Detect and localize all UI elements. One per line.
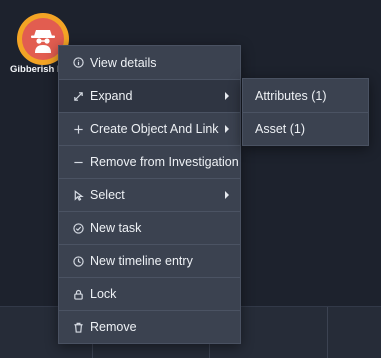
node-label: Gibberish P: [10, 64, 64, 75]
submenu-item-asset[interactable]: Asset (1): [243, 112, 368, 145]
menu-item-new-timeline-entry[interactable]: New timeline entry: [59, 244, 240, 277]
menu-item-remove-from-investigation[interactable]: Remove from Investigation: [59, 145, 240, 178]
menu-item-label: Select: [90, 188, 125, 202]
menu-item-label: Create Object And Link: [90, 122, 219, 136]
menu-item-view-details[interactable]: View details: [59, 46, 240, 79]
expand-arrows-icon: [72, 90, 84, 102]
menu-item-label: Remove from Investigation: [90, 155, 239, 169]
submenu-item-attributes[interactable]: Attributes (1): [243, 79, 368, 112]
menu-item-label: Remove: [90, 320, 137, 334]
menu-item-expand[interactable]: Expand: [59, 79, 240, 112]
menu-item-remove[interactable]: Remove: [59, 310, 240, 343]
menu-item-label: Lock: [90, 287, 117, 301]
menu-item-create-object-and-link[interactable]: Create Object And Link: [59, 112, 240, 145]
expand-submenu: Attributes (1) Asset (1): [242, 78, 369, 146]
submenu-item-label: Attributes (1): [255, 88, 327, 103]
menu-item-label: View details: [90, 55, 157, 70]
submenu-item-label: Asset (1): [255, 122, 306, 136]
submenu-arrow-icon: [225, 191, 229, 199]
timeline-gridline: [327, 307, 328, 358]
menu-item-select[interactable]: Select: [59, 178, 240, 211]
context-menu: View details Expand Create Object And Li…: [58, 45, 241, 344]
lock-icon: [72, 288, 84, 300]
menu-item-new-task[interactable]: New task: [59, 211, 240, 244]
spy-avatar-icon: [31, 30, 55, 53]
cursor-icon: [72, 189, 84, 201]
menu-item-lock[interactable]: Lock: [59, 277, 240, 310]
submenu-arrow-icon: [225, 92, 229, 100]
plus-icon: [72, 123, 84, 135]
menu-item-label: Expand: [90, 89, 133, 103]
submenu-arrow-icon: [225, 125, 229, 133]
trash-icon: [72, 321, 84, 333]
menu-item-label: New timeline entry: [90, 254, 193, 268]
minus-icon: [72, 156, 84, 168]
menu-item-label: New task: [90, 221, 142, 235]
check-circle-icon: [72, 222, 84, 234]
info-icon: [72, 57, 84, 69]
clock-icon: [72, 255, 84, 267]
